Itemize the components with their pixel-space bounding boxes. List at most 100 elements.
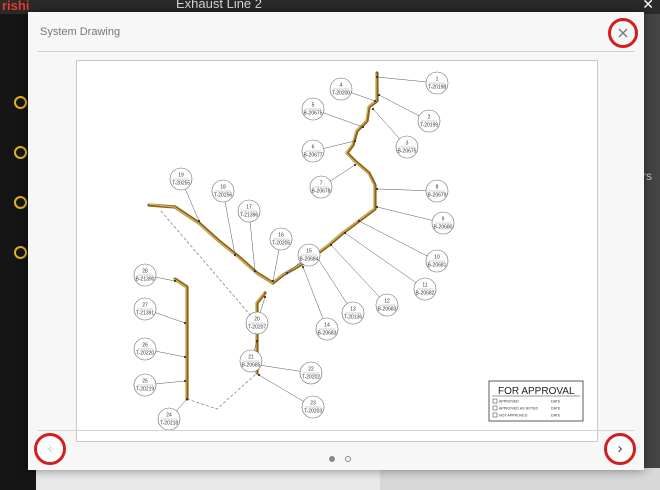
- callout-bubble: 5 B-20675: [301, 97, 325, 121]
- callout-number: 8: [436, 185, 439, 191]
- callout-bubble: 24 T-20218: [157, 407, 181, 431]
- callout-leader-dot: [377, 93, 381, 97]
- callout-bubble: 4 T-20200: [329, 77, 353, 101]
- callout-number: 19: [178, 173, 184, 179]
- callout-number: 27: [142, 303, 148, 309]
- callout-bubble: 26 T-20220: [133, 337, 157, 361]
- callout-number: 12: [384, 299, 390, 305]
- callout-code: T-20256: [214, 193, 233, 199]
- window-title: Exhaust Line 2: [176, 0, 263, 11]
- callout-code: T-20207: [248, 325, 267, 331]
- callout-number: 21: [248, 355, 254, 361]
- isometric-drawing: 1 T-20198 2 T-20199 3 B-20675 4 T-20200 5 B-20675…: [76, 60, 598, 442]
- callout-leader-dot: [183, 321, 187, 325]
- callout-code: B-20685: [242, 363, 261, 369]
- callout-leader-dot: [271, 279, 275, 283]
- callout-bubble: 16 T-20205: [269, 227, 293, 251]
- callout-leader-dot: [361, 125, 365, 129]
- callout-leader-dot: [185, 397, 189, 401]
- pagination-dot-active[interactable]: [329, 456, 335, 462]
- approval-title: FOR APPROVAL: [498, 386, 575, 397]
- callout-leader-dot: [375, 187, 379, 191]
- approval-checkbox: [492, 398, 498, 404]
- app-bottom-bar-right: [380, 468, 660, 490]
- callout-code: B-21390: [136, 277, 155, 283]
- drawing-canvas: 1 T-20198 2 T-20199 3 B-20675 4 T-20200 5 B-20675…: [133, 71, 584, 431]
- approval-option: NOT APPROVED: [499, 414, 528, 418]
- sidebar-item-icon[interactable]: [14, 96, 27, 109]
- callout-code: B-20683: [378, 307, 397, 313]
- callout-number: 3: [406, 141, 409, 147]
- callout-number: 5: [312, 103, 315, 109]
- callout-bubble: 9 B-20680: [431, 211, 455, 235]
- callout-code: T-21391: [136, 311, 155, 317]
- callout-leader-dot: [375, 75, 379, 79]
- callout-bubble: 28 B-21390: [133, 263, 157, 287]
- pipe-runs: [147, 71, 379, 401]
- callout-code: B-20679: [428, 193, 447, 199]
- callout-bubble: 25 T-20219: [133, 373, 157, 397]
- close-icon: [618, 28, 628, 38]
- callout-bubble: 7 B-20678: [309, 175, 333, 199]
- previous-button[interactable]: ‹: [34, 433, 66, 465]
- app-close-icon[interactable]: ✕: [642, 0, 654, 13]
- callout-leader-dot: [173, 279, 177, 283]
- callout-number: 18: [220, 185, 226, 191]
- callout-code: T-21396: [240, 213, 259, 219]
- callout-number: 7: [320, 181, 323, 187]
- callout-bubble: 6 B-20677: [301, 139, 325, 163]
- callout-code: T-20218: [160, 421, 179, 427]
- callout-number: 25: [142, 379, 148, 385]
- approval-date-label: DATE: [551, 414, 561, 418]
- callout-code: T-20205: [272, 241, 291, 247]
- sidebar-item-icon[interactable]: [14, 196, 27, 209]
- sidebar-item-icon[interactable]: [14, 146, 27, 159]
- callout-code: B-20675: [398, 149, 417, 155]
- approval-date-label: DATE: [551, 400, 561, 404]
- callout-bubble: 3 B-20675: [395, 135, 419, 159]
- callout-leader-dot: [371, 107, 375, 111]
- callout-leaders: [144, 75, 444, 420]
- callout-bubble: 14 B-20683: [315, 317, 339, 341]
- callout-bubbles: 1 T-20198 2 T-20199 3 B-20675 4 T-20200 5 B-20675…: [133, 71, 455, 431]
- callout-bubble: 21 B-20685: [239, 349, 263, 373]
- callout-leader-dot: [329, 243, 333, 247]
- callout-code: T-20136: [344, 315, 363, 321]
- sidebar-item-icon[interactable]: [14, 246, 27, 259]
- pipe-run-shadows: [148, 73, 377, 400]
- callout-leader: [344, 232, 426, 290]
- approval-option: APPROVED: [499, 400, 519, 404]
- callout-code: B-20675: [304, 111, 323, 117]
- callout-leader-dot: [263, 295, 267, 299]
- callout-bubble: 27 T-21391: [133, 297, 157, 321]
- callout-number: 4: [340, 83, 343, 89]
- callout-code: B-20684: [300, 257, 319, 263]
- callout-leader-dot: [353, 163, 357, 167]
- callout-bubble: 11 B-20682: [413, 277, 437, 301]
- callout-leader-dot: [373, 99, 377, 103]
- system-drawing-modal: System Drawing 1 T-20198 2 T-20199 3 B-2067: [28, 12, 644, 470]
- callout-code: B-20682: [416, 291, 435, 297]
- callout-leader-dot: [233, 253, 237, 257]
- callout-bubble: 20 T-20207: [245, 311, 269, 335]
- next-button[interactable]: ›: [604, 433, 636, 465]
- callout-leader: [358, 220, 438, 262]
- callout-code: B-20683: [318, 331, 337, 337]
- modal-title: System Drawing: [40, 26, 121, 38]
- callout-number: 9: [442, 217, 445, 223]
- callout-bubble: 10 B-20681: [425, 249, 449, 273]
- callout-code: T-20219: [136, 387, 155, 393]
- callout-leader-dot: [257, 373, 261, 377]
- callout-bubble: 13 T-20136: [341, 301, 365, 325]
- callout-number: 22: [308, 367, 314, 373]
- callout-code: B-20677: [304, 153, 323, 159]
- approval-checkbox: [492, 405, 498, 411]
- callout-leader-dot: [375, 205, 379, 209]
- modal-footer-divider: [38, 430, 634, 431]
- pagination-dot[interactable]: [345, 456, 352, 462]
- close-button[interactable]: [608, 18, 638, 48]
- callout-leader-dot: [285, 271, 289, 275]
- callout-leader: [330, 244, 388, 306]
- callout-code: T-20255: [172, 181, 191, 187]
- callout-code: T-20198: [428, 85, 447, 91]
